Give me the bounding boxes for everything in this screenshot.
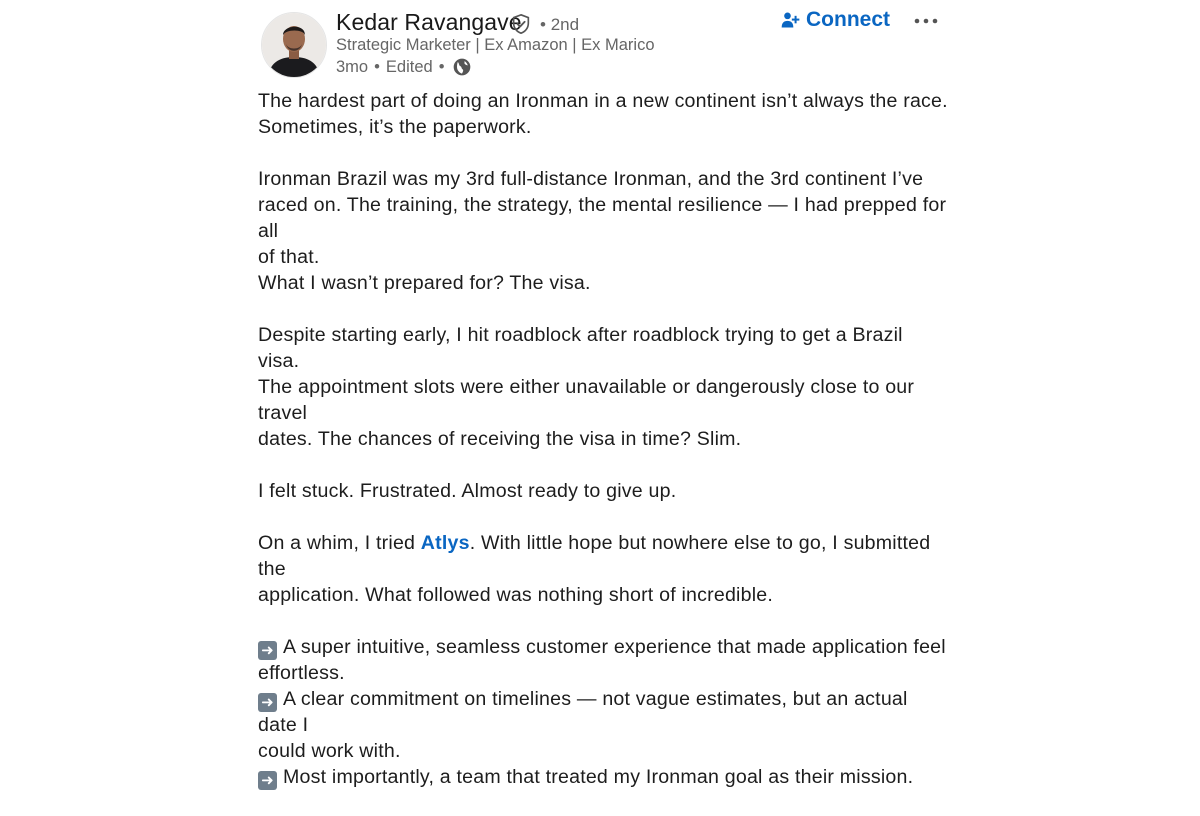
- edited-label: Edited: [385, 57, 433, 76]
- text-line: I felt stuck. Frustrated. Almost ready t…: [258, 480, 677, 502]
- paragraph-3: Despite starting early, I hit roadblock …: [258, 322, 948, 452]
- text-line: On a whim, I tried Atlys. With little ho…: [258, 530, 948, 582]
- text-line: application. What followed was nothing s…: [258, 584, 773, 606]
- author-avatar[interactable]: [261, 12, 327, 78]
- text-line: Despite starting early, I hit roadblock …: [258, 324, 903, 372]
- degree-separator: •: [540, 15, 551, 34]
- text-line: Ironman Brazil was my 3rd full-distance …: [258, 168, 924, 190]
- right-arrow-emoji-icon: ➜: [258, 641, 277, 660]
- post-time: 3mo: [336, 57, 369, 76]
- bullet-list: ➜ A super intuitive, seamless customer ex…: [258, 634, 948, 790]
- text-line: dates. The chances of receiving the visa…: [258, 428, 742, 450]
- text-fragment: On a whim, I tried: [258, 532, 421, 554]
- bullet-item: ➜ A clear commitment on timelines — not v…: [258, 686, 948, 738]
- atlys-mention-link[interactable]: Atlys: [421, 532, 470, 554]
- right-arrow-emoji-icon: ➜: [258, 771, 277, 790]
- connect-button[interactable]: Connect: [780, 8, 890, 32]
- add-person-icon: [781, 12, 800, 28]
- bullet-continuation: could work with.: [258, 740, 401, 762]
- more-horizontal-icon[interactable]: [912, 8, 940, 34]
- author-name[interactable]: Kedar Ravangave: [336, 9, 522, 36]
- bullet-text: Most importantly, a team that treated my…: [283, 766, 914, 788]
- paragraph-5: On a whim, I tried Atlys. With little ho…: [258, 530, 948, 608]
- text-line: The hardest part of doing an Ironman in …: [258, 90, 948, 112]
- connection-degree: • 2nd: [540, 15, 579, 35]
- post-body: The hardest part of doing an Ironman in …: [258, 88, 948, 816]
- bullet-text: A clear commitment on timelines — not va…: [258, 688, 908, 736]
- text-line: What I wasn’t prepared for? The visa.: [258, 272, 591, 294]
- paragraph-1: The hardest part of doing an Ironman in …: [258, 88, 948, 140]
- right-arrow-emoji-icon: ➜: [258, 693, 277, 712]
- paragraph-4: I felt stuck. Frustrated. Almost ready t…: [258, 478, 948, 504]
- avatar-portrait-icon: [262, 13, 326, 77]
- bullet-item: ➜ Most importantly, a team that treated m…: [258, 764, 948, 790]
- degree-label: 2nd: [550, 15, 580, 34]
- text-line: raced on. The training, the strategy, th…: [258, 194, 947, 242]
- linkedin-post: Kedar Ravangave • 2nd Strategic Marketer…: [258, 0, 948, 790]
- meta-separator: •: [374, 57, 380, 76]
- text-line: The appointment slots were either unavai…: [258, 376, 915, 424]
- bullet-item: ➜ A super intuitive, seamless customer ex…: [258, 634, 948, 660]
- post-meta: 3mo • Edited •: [336, 57, 472, 77]
- bullet-text: A super intuitive, seamless customer exp…: [283, 636, 946, 658]
- meta-separator: •: [438, 57, 445, 76]
- bullet-continuation: effortless.: [258, 662, 345, 684]
- text-line: of that.: [258, 246, 320, 268]
- paragraph-2: Ironman Brazil was my 3rd full-distance …: [258, 166, 948, 296]
- author-headline: Strategic Marketer | Ex Amazon | Ex Mari…: [336, 36, 655, 54]
- connect-label: Connect: [806, 8, 890, 31]
- verified-shield-icon: [512, 13, 530, 35]
- globe-icon: [454, 58, 471, 76]
- text-line: Sometimes, it’s the paperwork.: [258, 116, 532, 138]
